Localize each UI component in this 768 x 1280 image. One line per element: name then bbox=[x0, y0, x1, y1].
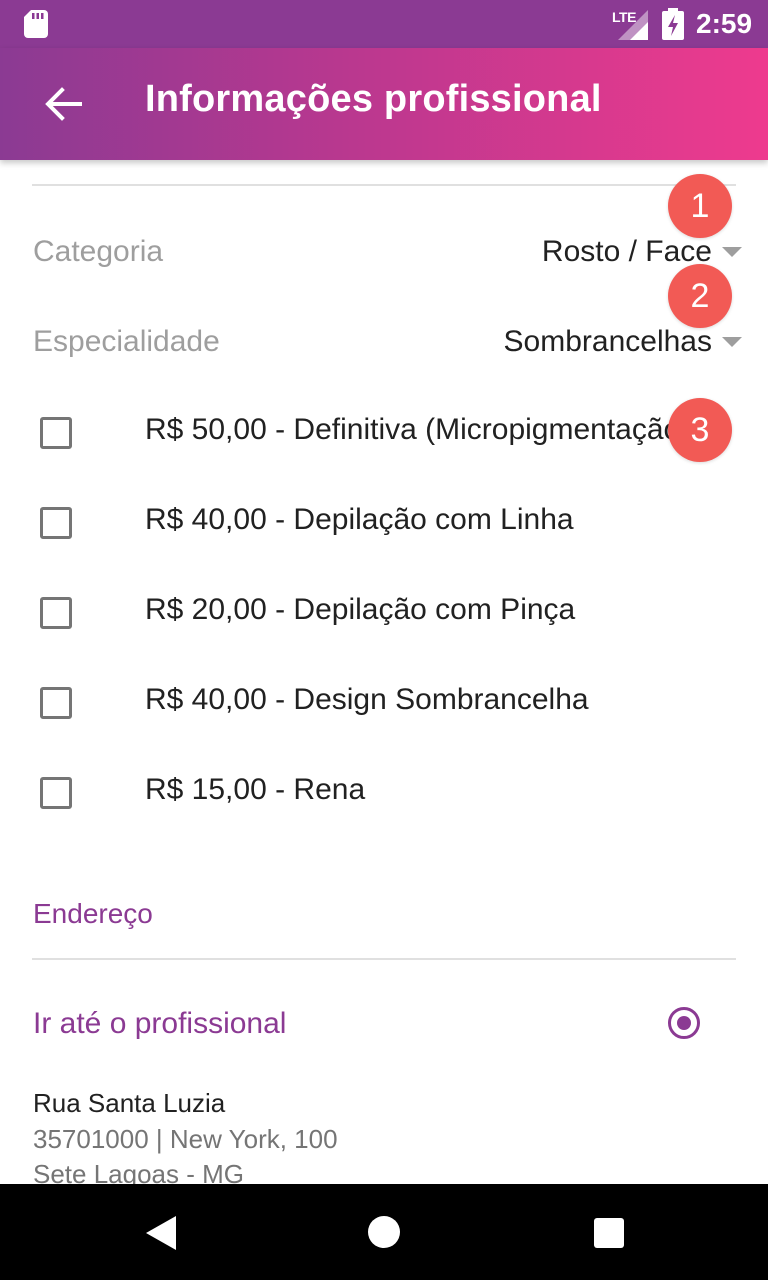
service-row[interactable]: R$ 40,00 - Depilação com Linha bbox=[0, 478, 768, 568]
annotation-badge-2: 2 bbox=[668, 264, 732, 328]
top-divider bbox=[32, 184, 736, 186]
service-row[interactable]: R$ 50,00 - Definitiva (Micropigmentação) bbox=[0, 388, 768, 478]
arrow-back-icon[interactable] bbox=[44, 84, 84, 124]
service-checkbox[interactable] bbox=[40, 687, 72, 719]
status-clock: 2:59 bbox=[696, 8, 753, 39]
address-divider bbox=[32, 958, 736, 960]
sd-card-icon bbox=[24, 10, 48, 38]
dropdown-caret-icon bbox=[722, 247, 742, 257]
go-to-professional-label[interactable]: Ir até o profissional bbox=[33, 1007, 286, 1041]
specialty-dropdown[interactable]: Sombrancelhas bbox=[503, 325, 742, 359]
address-section-title: Endereço bbox=[33, 898, 153, 929]
address-city-state: Sete Lagoas - MG bbox=[33, 1159, 244, 1184]
go-to-professional-radio[interactable] bbox=[668, 1007, 700, 1039]
service-checkbox[interactable] bbox=[40, 507, 72, 539]
nav-back-icon[interactable] bbox=[146, 1216, 176, 1250]
status-bar: LTE 2:59 bbox=[0, 0, 768, 48]
service-label: R$ 40,00 - Design Sombrancelha bbox=[145, 683, 589, 716]
navigation-bar bbox=[0, 1184, 768, 1280]
annotation-badge-1: 1 bbox=[668, 174, 732, 238]
app-bar: Informações profissional bbox=[0, 48, 768, 160]
service-label: R$ 50,00 - Definitiva (Micropigmentação) bbox=[145, 413, 691, 446]
service-checkbox[interactable] bbox=[40, 417, 72, 449]
service-label: R$ 40,00 - Depilação com Linha bbox=[145, 503, 574, 536]
specialty-label: Especialidade bbox=[33, 325, 220, 358]
category-dropdown[interactable]: Rosto / Face bbox=[541, 235, 742, 269]
address-street: Rua Santa Luzia bbox=[33, 1088, 226, 1118]
nav-recents-icon[interactable] bbox=[594, 1218, 624, 1248]
service-checkbox[interactable] bbox=[40, 597, 72, 629]
page-title: Informações profissional bbox=[145, 78, 602, 120]
service-label: R$ 20,00 - Depilação com Pinça bbox=[145, 593, 576, 626]
nav-home-icon[interactable] bbox=[368, 1216, 400, 1248]
service-label: R$ 15,00 - Rena bbox=[145, 773, 366, 806]
signal-icon bbox=[618, 10, 648, 40]
address-zip-city: 35701000 | New York, 100 bbox=[33, 1124, 338, 1154]
service-row[interactable]: R$ 15,00 - Rena bbox=[0, 748, 768, 838]
screen: LTE 2:59 Informações profissional Catego… bbox=[0, 0, 768, 1280]
dropdown-caret-icon bbox=[722, 337, 742, 347]
service-row[interactable]: R$ 20,00 - Depilação com Pinça bbox=[0, 568, 768, 658]
radio-selected-dot bbox=[677, 1016, 691, 1030]
battery-charging-icon bbox=[662, 8, 684, 40]
main-content[interactable]: Categoria Rosto / Face Especialidade Som… bbox=[0, 160, 768, 1184]
annotation-badge-3: 3 bbox=[668, 398, 732, 462]
category-label: Categoria bbox=[33, 235, 164, 268]
category-value: Rosto / Face bbox=[541, 235, 712, 268]
service-row[interactable]: R$ 40,00 - Design Sombrancelha bbox=[0, 658, 768, 748]
specialty-value: Sombrancelhas bbox=[503, 325, 712, 358]
service-checkbox[interactable] bbox=[40, 777, 72, 809]
